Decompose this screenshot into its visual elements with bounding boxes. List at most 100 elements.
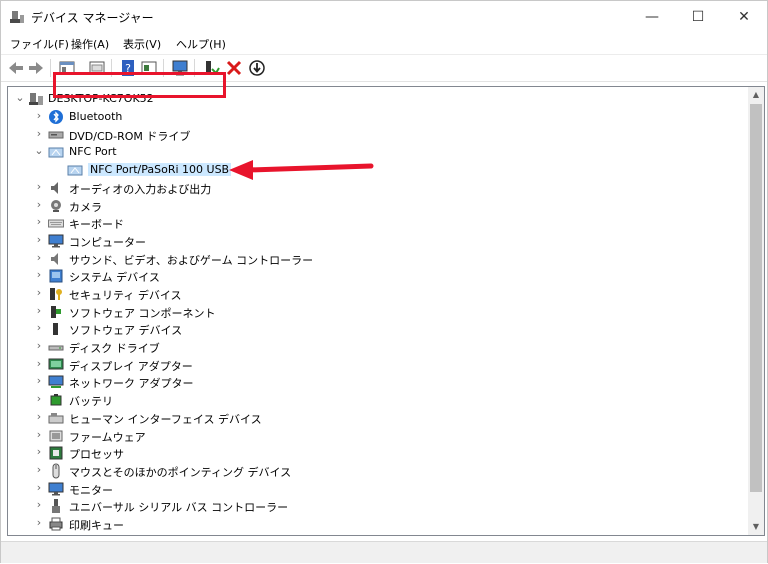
tree-item[interactable]: ⌄ NFC Port xyxy=(8,143,738,161)
close-window-button[interactable]: ✕ xyxy=(721,1,767,33)
chevron-right-icon[interactable]: › xyxy=(34,304,44,318)
system-device-icon xyxy=(49,269,63,283)
tree-item[interactable]: › プロセッサ xyxy=(8,444,738,462)
tree-item[interactable]: › バッテリ xyxy=(8,391,738,409)
tree-item-label: コンピューター xyxy=(69,236,146,249)
tree-item-label: ユニバーサル シリアル バス コントローラー xyxy=(69,501,289,514)
chevron-right-icon[interactable]: › xyxy=(34,233,44,247)
scroll-down-arrow[interactable]: ▼ xyxy=(748,519,764,535)
tree-item[interactable]: › マウスとそのほかのポインティング デバイス xyxy=(8,462,738,480)
disk-drive-icon xyxy=(48,345,64,351)
nfc-icon xyxy=(48,147,64,158)
tree-item[interactable]: › ディスプレイ アダプター xyxy=(8,356,738,374)
tree-item-label: ディスク ドライブ xyxy=(69,342,160,355)
tree-item[interactable]: › ネットワーク アダプター xyxy=(8,373,738,391)
title-bar: デバイス マネージャー — ☐ ✕ xyxy=(1,1,767,33)
tree-item-label: セキュリティ デバイス xyxy=(69,289,182,302)
tree-item[interactable]: › Bluetooth xyxy=(8,108,738,126)
chevron-right-icon[interactable]: › xyxy=(34,339,44,353)
tree-item[interactable]: › オーディオの入力および出力 xyxy=(8,179,738,197)
tree-item[interactable]: › セキュリティ デバイス xyxy=(8,285,738,303)
tree-item-label: ファームウェア xyxy=(69,431,146,444)
audio-icon xyxy=(51,182,58,194)
chevron-down-icon[interactable]: ⌄ xyxy=(34,144,44,158)
tree-child-item[interactable]: NFC Port/PaSoRi 100 USB xyxy=(8,161,738,179)
tree-item[interactable]: › DVD/CD-ROM ドライブ xyxy=(8,126,738,144)
chevron-right-icon[interactable]: › xyxy=(34,127,44,141)
chevron-down-icon[interactable]: ⌄ xyxy=(15,91,25,105)
chevron-right-icon[interactable]: › xyxy=(34,374,44,388)
scroll-up-arrow[interactable]: ▲ xyxy=(748,87,764,103)
camera-icon xyxy=(51,200,61,212)
chevron-right-icon[interactable]: › xyxy=(34,215,44,229)
tree-item[interactable]: › コンピューター xyxy=(8,232,738,250)
chevron-right-icon[interactable]: › xyxy=(34,410,44,424)
tree-item-label: 印刷キュー xyxy=(69,519,124,532)
monitor-icon xyxy=(48,482,64,496)
chevron-right-icon[interactable]: › xyxy=(34,357,44,371)
toolbar-separator xyxy=(50,59,51,77)
chevron-right-icon[interactable]: › xyxy=(34,109,44,123)
tree-item[interactable]: › ディスク ドライブ xyxy=(8,338,738,356)
tree-item-label: ヒューマン インターフェイス デバイス xyxy=(69,413,262,426)
processor-icon xyxy=(49,446,63,460)
chevron-right-icon[interactable]: › xyxy=(34,180,44,194)
chevron-right-icon[interactable]: › xyxy=(34,481,44,495)
tree-item[interactable]: › 印刷キュー xyxy=(8,515,738,533)
tree-item[interactable]: › ソフトウェア コンポーネント xyxy=(8,303,738,321)
tree-item[interactable]: › ユニバーサル シリアル バス コントローラー xyxy=(8,497,738,515)
tree-item[interactable]: › システム デバイス xyxy=(8,267,738,285)
tree-item-label: ソフトウェア コンポーネント xyxy=(69,307,216,320)
keyboard-icon xyxy=(48,219,64,228)
tree-item-label: プロセッサ xyxy=(69,448,124,461)
tree-item[interactable]: › モニター xyxy=(8,480,738,498)
chevron-right-icon[interactable]: › xyxy=(34,251,44,265)
minimize-button[interactable]: — xyxy=(629,1,675,33)
tree-item-label: キーボード xyxy=(69,218,124,231)
tree-item-label: カメラ xyxy=(69,201,102,214)
tree-child-label: NFC Port/PaSoRi 100 USB xyxy=(88,163,232,176)
tree-item-label: Bluetooth xyxy=(69,110,123,123)
status-bar xyxy=(1,541,767,563)
chevron-right-icon[interactable]: › xyxy=(34,516,44,530)
vertical-scrollbar[interactable]: ▲ ▼ xyxy=(748,87,764,535)
tree-item-label: ソフトウェア デバイス xyxy=(69,324,183,337)
chevron-right-icon[interactable]: › xyxy=(34,321,44,335)
tree-item[interactable]: › ヒューマン インターフェイス デバイス xyxy=(8,409,738,427)
tree-item[interactable]: › ソフトウェア デバイス xyxy=(8,320,738,338)
tree-item-label: マウスとそのほかのポインティング デバイス xyxy=(69,466,292,479)
chevron-right-icon[interactable]: › xyxy=(34,428,44,442)
tree-item[interactable]: › キーボード xyxy=(8,214,738,232)
maximize-button[interactable]: ☐ xyxy=(675,1,721,33)
chevron-right-icon[interactable]: › xyxy=(34,286,44,300)
menu-view[interactable]: 表示(V) xyxy=(123,36,161,52)
uninstall-icon[interactable] xyxy=(225,59,243,77)
print-queue-icon xyxy=(49,517,63,531)
tree-item-label: サウンド、ビデオ、およびゲーム コントローラー xyxy=(69,254,314,267)
chevron-right-icon[interactable]: › xyxy=(34,463,44,477)
menu-file[interactable]: ファイル(F) xyxy=(10,36,69,52)
tree-item[interactable]: › サウンド、ビデオ、およびゲーム コントローラー xyxy=(8,250,738,268)
firmware-icon xyxy=(49,430,63,442)
tree-item[interactable]: › カメラ xyxy=(8,197,738,215)
forward-icon[interactable] xyxy=(27,59,45,77)
tree-item-label: ディスプレイ アダプター xyxy=(69,360,193,373)
menu-action[interactable]: 操作(A) xyxy=(71,36,109,52)
back-icon[interactable] xyxy=(7,59,25,77)
tree-item[interactable]: › ファームウェア xyxy=(8,427,738,445)
menu-help[interactable]: ヘルプ(H) xyxy=(176,36,226,52)
chevron-right-icon[interactable]: › xyxy=(34,392,44,406)
chevron-right-icon[interactable]: › xyxy=(34,268,44,282)
optical-drive-icon xyxy=(48,131,64,139)
window-title: デバイス マネージャー xyxy=(31,11,154,25)
chevron-right-icon[interactable]: › xyxy=(34,445,44,459)
software-component-icon xyxy=(51,306,61,318)
chevron-right-icon[interactable]: › xyxy=(34,198,44,212)
hid-icon xyxy=(48,413,64,424)
disable-device-icon[interactable] xyxy=(248,59,266,77)
scrollbar-thumb[interactable] xyxy=(750,104,762,492)
chevron-right-icon[interactable]: › xyxy=(34,498,44,512)
device-manager-window: デバイス マネージャー — ☐ ✕ ファイル(F) 操作(A) 表示(V) ヘル… xyxy=(0,0,768,563)
tree-item-label: ネットワーク アダプター xyxy=(69,377,194,390)
device-tree[interactable]: ▲ ▼ ⌄ DESKTOP-KC7OK52 › Bluetooth › DVD/CD-… xyxy=(7,86,765,536)
